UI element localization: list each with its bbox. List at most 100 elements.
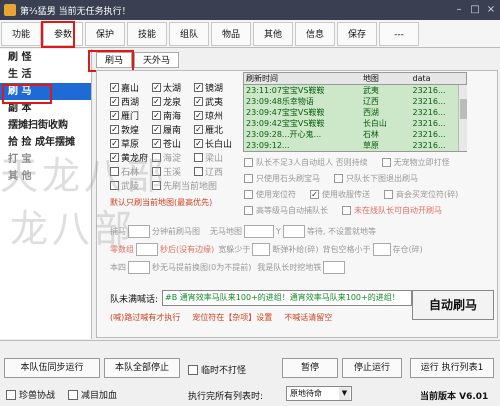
checkbox-checked[interactable]: ✓ <box>194 82 203 92</box>
checkbox[interactable] <box>110 166 119 176</box>
reduce-hp-checkbox[interactable]: 减目加血 <box>68 388 117 401</box>
map-checkbox[interactable]: ✓ 武夷 <box>194 95 236 108</box>
menu-protect[interactable]: 保护 <box>85 22 125 46</box>
bag-input[interactable] <box>372 242 391 256</box>
map-checkbox[interactable]: ✓ 黄龙府 <box>110 151 152 164</box>
checkbox[interactable] <box>6 389 16 400</box>
map-checkbox[interactable]: ✓ 敦煌 <box>110 123 152 136</box>
nav-item-pickup[interactable]: 拾 捡 成年摆摊 <box>0 134 91 151</box>
checkbox[interactable] <box>244 189 253 199</box>
map-checkbox[interactable]: ✓ 西湖 <box>110 95 152 108</box>
table-scrollbar[interactable] <box>458 85 467 151</box>
chevron-down-icon[interactable]: ▼ <box>339 387 350 400</box>
checkbox[interactable] <box>381 157 391 167</box>
temp-no-fight-checkbox[interactable]: 临时不打怪 <box>188 363 246 376</box>
team-stop-all-button[interactable]: 本队全部停止 <box>104 358 180 378</box>
table-row[interactable]: 23:09:48乐幸物语 辽西 23216... <box>244 96 466 107</box>
checkbox-checked[interactable]: ✓ <box>310 189 319 199</box>
col-data-header[interactable]: data <box>411 73 467 84</box>
checkbox[interactable] <box>244 173 253 183</box>
col-time-header[interactable]: 刷新时间 <box>244 73 361 84</box>
checkbox[interactable] <box>194 152 203 162</box>
dodge-input[interactable] <box>252 242 271 256</box>
menu-info[interactable]: 信息 <box>295 22 335 46</box>
wait-input[interactable] <box>282 224 305 238</box>
tab-sky-horse[interactable]: 天外马 <box>134 52 180 68</box>
table-row[interactable]: 23:09:12... 草原 23216... <box>244 140 466 151</box>
nav-item-life[interactable]: 生 活 <box>0 66 91 83</box>
shout-link-1[interactable]: (喊)路过喊有才执行 <box>110 312 180 323</box>
map-checkbox[interactable]: 先刷当前地图 <box>152 179 236 192</box>
map-checkbox[interactable]: 武陵 <box>110 179 152 192</box>
menu-skill[interactable]: 技能 <box>127 22 167 46</box>
checkbox[interactable] <box>68 389 78 400</box>
map-checkbox[interactable]: 玉溪 <box>152 165 194 178</box>
map-checkbox[interactable]: ✓ 南海 <box>152 109 194 122</box>
table-row[interactable]: 23:11:07宝宝VS鞍鞍 武夷 23216... <box>244 85 466 96</box>
map-checkbox[interactable]: ✓ 草原 <box>110 137 152 150</box>
nav-item-treasure[interactable]: 打 宝 <box>0 151 91 168</box>
checkbox-checked[interactable]: ✓ <box>152 82 161 92</box>
menu-save[interactable]: 保存 <box>337 22 377 46</box>
nav-item-stall[interactable]: 摆摊扫街收购 <box>0 117 91 134</box>
team-sync-button[interactable]: 本队伍同步运行 <box>4 358 100 378</box>
checkbox-checked[interactable]: ✓ <box>110 124 119 134</box>
table-row[interactable]: 23:09:28...开心鬼... 石林 23216... <box>244 129 466 140</box>
minimize-icon[interactable]: – <box>452 3 466 17</box>
map-checkbox[interactable]: 辽西 <box>194 165 236 178</box>
menu-function[interactable]: 功能 <box>1 22 41 46</box>
map-checkbox[interactable]: ✓ 嘉山 <box>110 81 152 94</box>
nav-item-monsters[interactable]: 刷 怪 <box>0 49 91 66</box>
map-checkbox[interactable]: 石林 <box>110 165 152 178</box>
pearl-checkbox[interactable]: 珍兽协战 <box>6 388 55 401</box>
run-list-button[interactable]: 运行 执行列表1 <box>410 358 494 378</box>
menu-extra[interactable]: --- <box>379 22 419 46</box>
checkbox-checked[interactable]: ✓ <box>194 96 203 106</box>
checkbox-checked[interactable]: ✓ <box>110 138 119 148</box>
checkbox-checked[interactable]: ✓ <box>110 96 119 106</box>
map-checkbox[interactable]: ✓ 长白山 <box>194 137 236 150</box>
checkbox[interactable] <box>342 205 351 215</box>
no-horse-input[interactable] <box>244 224 274 238</box>
checkbox[interactable] <box>152 152 161 162</box>
checkbox[interactable] <box>188 364 198 375</box>
map-checkbox[interactable]: 梁山 <box>194 151 236 164</box>
checkbox[interactable] <box>334 173 343 183</box>
map-checkbox[interactable]: ✓ 龙泉 <box>152 95 194 108</box>
stop-run-button[interactable]: 停止运行 <box>342 358 402 378</box>
switch-seconds-input[interactable] <box>128 260 150 274</box>
checkbox-checked[interactable]: ✓ <box>110 152 119 162</box>
map-checkbox[interactable]: ✓ 琼州 <box>194 109 236 122</box>
map-checkbox[interactable]: ✓ 履南 <box>152 123 194 136</box>
col-map-header[interactable]: 地图 <box>361 73 411 84</box>
checkbox-checked[interactable]: ✓ <box>194 110 203 120</box>
shout-message-input[interactable]: #B 通宵效率马队来100+的进组！通宵效率马队来100+的进组！ <box>162 290 413 306</box>
checkbox-checked[interactable]: ✓ <box>152 110 161 120</box>
auto-horse-button[interactable]: 自动刷马 <box>412 290 494 320</box>
map-checkbox[interactable]: ✓ 雁北 <box>194 123 236 136</box>
map-checkbox[interactable]: 海淀 <box>152 151 194 164</box>
checkbox-checked[interactable]: ✓ <box>110 110 119 120</box>
checkbox[interactable] <box>244 205 253 215</box>
leader-input[interactable] <box>323 260 346 274</box>
checkbox-checked[interactable]: ✓ <box>152 96 161 106</box>
shout-link-3[interactable]: 不喊话请留空 <box>284 312 332 323</box>
nav-item-other[interactable]: 其 他 <box>0 168 91 185</box>
checkbox[interactable] <box>110 180 119 190</box>
close-icon[interactable]: × <box>484 3 498 17</box>
menu-team[interactable]: 组队 <box>169 22 209 46</box>
maximize-icon[interactable]: □ <box>468 3 482 17</box>
zero-input[interactable] <box>136 242 158 256</box>
checkbox-checked[interactable]: ✓ <box>152 124 161 134</box>
checkbox-checked[interactable]: ✓ <box>110 82 119 92</box>
menu-items[interactable]: 物品 <box>211 22 251 46</box>
map-checkbox[interactable]: ✓ 苍山 <box>152 137 194 150</box>
checkbox-checked[interactable]: ✓ <box>152 138 161 148</box>
shout-link-2[interactable]: 宠位符在【杂项】设置 <box>192 312 272 323</box>
checkbox[interactable] <box>244 157 253 167</box>
checkbox[interactable] <box>384 189 393 199</box>
table-row[interactable]: 23:09:47宝宝VS鞍鞍 西湖 23216... <box>244 107 466 118</box>
checkbox[interactable] <box>152 166 161 176</box>
table-row[interactable]: 23:09:42宝宝VS鞍鞍 长白山 23216... <box>244 118 466 129</box>
scrollbar-thumb[interactable] <box>460 99 467 119</box>
